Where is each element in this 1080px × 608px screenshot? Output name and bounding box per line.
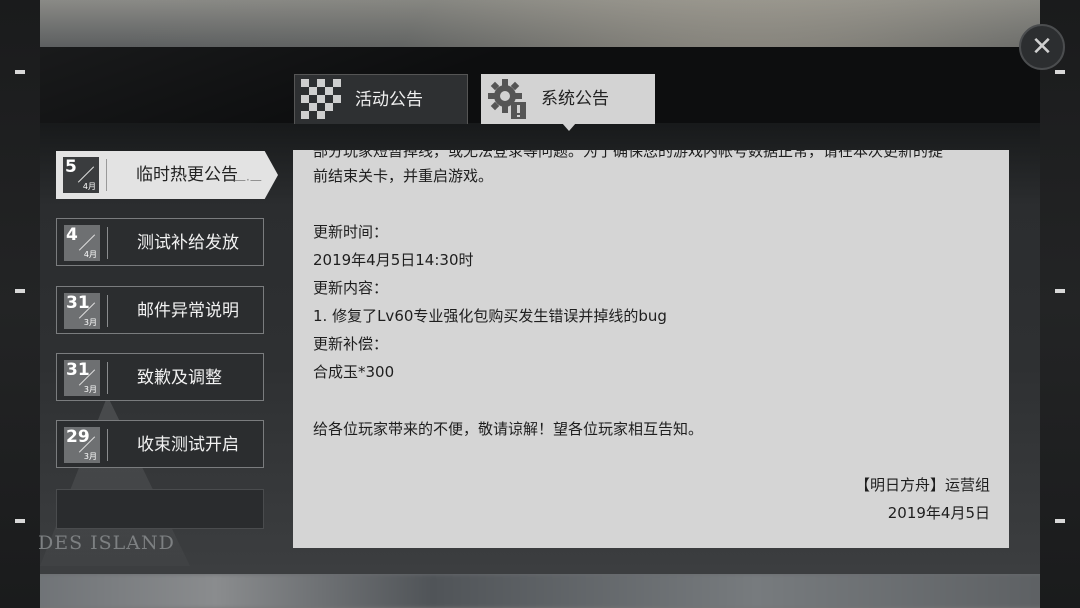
content-text: 部分玩家短暂掉线，或无法登录等问题。为了确保您的游戏内帐号数据正常，请在本次更新… (313, 150, 944, 160)
notice-title: 致歉及调整 (137, 368, 222, 388)
divider (107, 429, 108, 461)
divider (107, 362, 108, 394)
island-logo: DES ISLAND (38, 532, 175, 554)
tab-system-notice[interactable]: 系统公告 (481, 74, 655, 124)
update-content: 1. 修复了Lv60专业强化包购买发生错误并掉线的bug (313, 307, 667, 325)
apology-text: 给各位玩家带来的不便，敬请谅解！望各位玩家相互告知。 (313, 420, 704, 438)
notice-title: 测试补给发放 (137, 233, 239, 253)
frame-tick (1055, 519, 1065, 523)
update-content-label: 更新内容： (313, 279, 389, 297)
notice-list-scroll-fade (56, 489, 264, 529)
close-button[interactable]: ✕ (1019, 24, 1065, 70)
date-badge: 31 3月 (64, 360, 100, 396)
notice-month: 3月 (83, 452, 97, 461)
divider (107, 227, 108, 259)
notice-item[interactable]: 5 4月 临时热更公告 —·— (56, 151, 278, 199)
date-badge: 29 3月 (64, 427, 100, 463)
update-time: 2019年4月5日14:30时 (313, 251, 474, 269)
notice-item[interactable]: 4 4月 测试补给发放 (56, 218, 264, 266)
arrow-decoration: —·— (234, 173, 262, 187)
close-icon: ✕ (1031, 32, 1053, 62)
frame-tick (1055, 289, 1065, 293)
announcement-content[interactable]: 部分玩家短暂掉线，或无法登录等问题。为了确保您的游戏内帐号数据正常，请在本次更新… (293, 150, 1009, 548)
background-strip (0, 574, 1080, 608)
compensation-label: 更新补偿： (313, 335, 389, 353)
notice-title: 临时热更公告 (136, 165, 238, 185)
notice-item[interactable]: 29 3月 收束测试开启 (56, 420, 264, 468)
tab-label: 系统公告 (541, 89, 609, 109)
signature: 【明日方舟】运营组 (854, 476, 990, 494)
notice-title: 邮件异常说明 (137, 301, 239, 321)
notice-day: 4 (66, 225, 78, 245)
compensation: 合成玉*300 (313, 363, 395, 381)
divider (107, 295, 108, 327)
tab-label: 活动公告 (355, 90, 423, 110)
notice-month: 4月 (83, 250, 97, 259)
gear-alert-icon (488, 79, 526, 119)
update-time-label: 更新时间： (313, 223, 389, 241)
frame-tick (15, 519, 25, 523)
announcement-date: 2019年4月5日 (887, 504, 990, 522)
tab-activity-notice[interactable]: 活动公告 (294, 74, 468, 124)
active-tab-pointer (562, 123, 576, 131)
notice-item[interactable]: 31 3月 致歉及调整 (56, 353, 264, 401)
date-badge: 4 4月 (64, 225, 100, 261)
notice-month: 4月 (82, 182, 96, 191)
divider (106, 159, 107, 191)
right-frame-bar (1040, 0, 1080, 608)
notice-item[interactable]: 31 3月 邮件异常说明 (56, 286, 264, 334)
notice-month: 3月 (83, 385, 97, 394)
frame-tick (1055, 70, 1065, 74)
date-badge: 5 4月 (63, 157, 99, 193)
content-text: 前结束关卡，并重启游戏。 (313, 167, 494, 185)
frame-tick (15, 70, 25, 74)
frame-tick (15, 289, 25, 293)
notice-day: 5 (65, 157, 77, 177)
date-badge: 31 3月 (64, 293, 100, 329)
checkered-flag-icon (301, 79, 341, 121)
notice-title: 收束测试开启 (137, 435, 239, 455)
left-frame-bar (0, 0, 40, 608)
notice-month: 3月 (83, 318, 97, 327)
